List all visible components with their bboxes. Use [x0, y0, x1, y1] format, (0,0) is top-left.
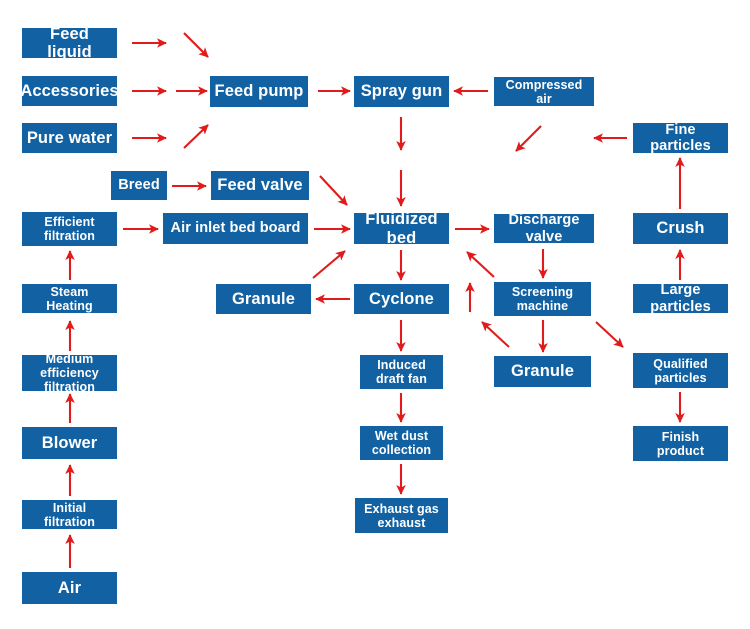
- node-feed_liquid[interactable]: Feed liquid: [22, 25, 117, 61]
- arrow-feed-valve-diagonal-to-bed: [319, 175, 348, 206]
- arrow-pure-water-diagonal-to-pump: [183, 124, 209, 149]
- node-spray_gun[interactable]: Spray gun: [354, 76, 449, 107]
- node-initial_filt[interactable]: Initial filtration: [22, 500, 117, 529]
- arrow-fine-particles-diagonal-down: [515, 125, 542, 152]
- node-pure_water[interactable]: Pure water: [22, 123, 117, 153]
- node-granule_mid[interactable]: Granule: [216, 284, 311, 314]
- node-feed_pump[interactable]: Feed pump: [210, 76, 308, 107]
- node-efficient_filt[interactable]: Efficient filtration: [22, 212, 117, 246]
- node-discharge_valve[interactable]: Discharge valve: [494, 212, 594, 245]
- node-accessories[interactable]: Accessories: [20, 76, 119, 106]
- arrow-granule-mid-diag-to-bed: [312, 250, 346, 279]
- node-feed_valve[interactable]: Feed valve: [211, 171, 309, 200]
- arrow-screening-diag-to-bed: [466, 251, 495, 278]
- node-compressed_air[interactable]: Compressed air: [494, 77, 594, 106]
- node-granule_right[interactable]: Granule: [494, 356, 591, 387]
- node-finish_product[interactable]: Finish product: [633, 426, 728, 461]
- node-blower[interactable]: Blower: [22, 427, 117, 459]
- node-medium_eff_filt[interactable]: Medium efficiency filtration: [22, 352, 117, 394]
- node-air_inlet_bed[interactable]: Air inlet bed board: [163, 213, 308, 244]
- node-qualified_part[interactable]: Qualified particles: [633, 353, 728, 388]
- node-air[interactable]: Air: [22, 572, 117, 604]
- arrow-feed-liquid-diagonal-to-pump: [183, 32, 209, 58]
- node-large_particles[interactable]: Large particles: [633, 282, 728, 315]
- arrow-granule-right-diag-up: [481, 321, 510, 348]
- node-induced_draft_fan[interactable]: Induced draft fan: [360, 355, 443, 389]
- node-breed[interactable]: Breed: [111, 171, 167, 200]
- node-wet_dust[interactable]: Wet dust collection: [360, 426, 443, 460]
- node-cyclone[interactable]: Cyclone: [354, 284, 449, 314]
- node-steam_heating[interactable]: Steam Heating: [22, 284, 117, 313]
- node-crush[interactable]: Crush: [633, 213, 728, 244]
- node-fluidized_bed[interactable]: Fluidized bed: [354, 210, 449, 247]
- arrow-screening-diag-to-qualified: [595, 321, 624, 348]
- node-exhaust_gas[interactable]: Exhaust gas exhaust: [355, 498, 448, 533]
- node-screening_machine[interactable]: Screening machine: [494, 282, 591, 316]
- process-flow-diagram: Feed liquid Accessories Pure water Feed pum…: [0, 0, 750, 629]
- node-fine_particles[interactable]: Fine particles: [633, 122, 728, 154]
